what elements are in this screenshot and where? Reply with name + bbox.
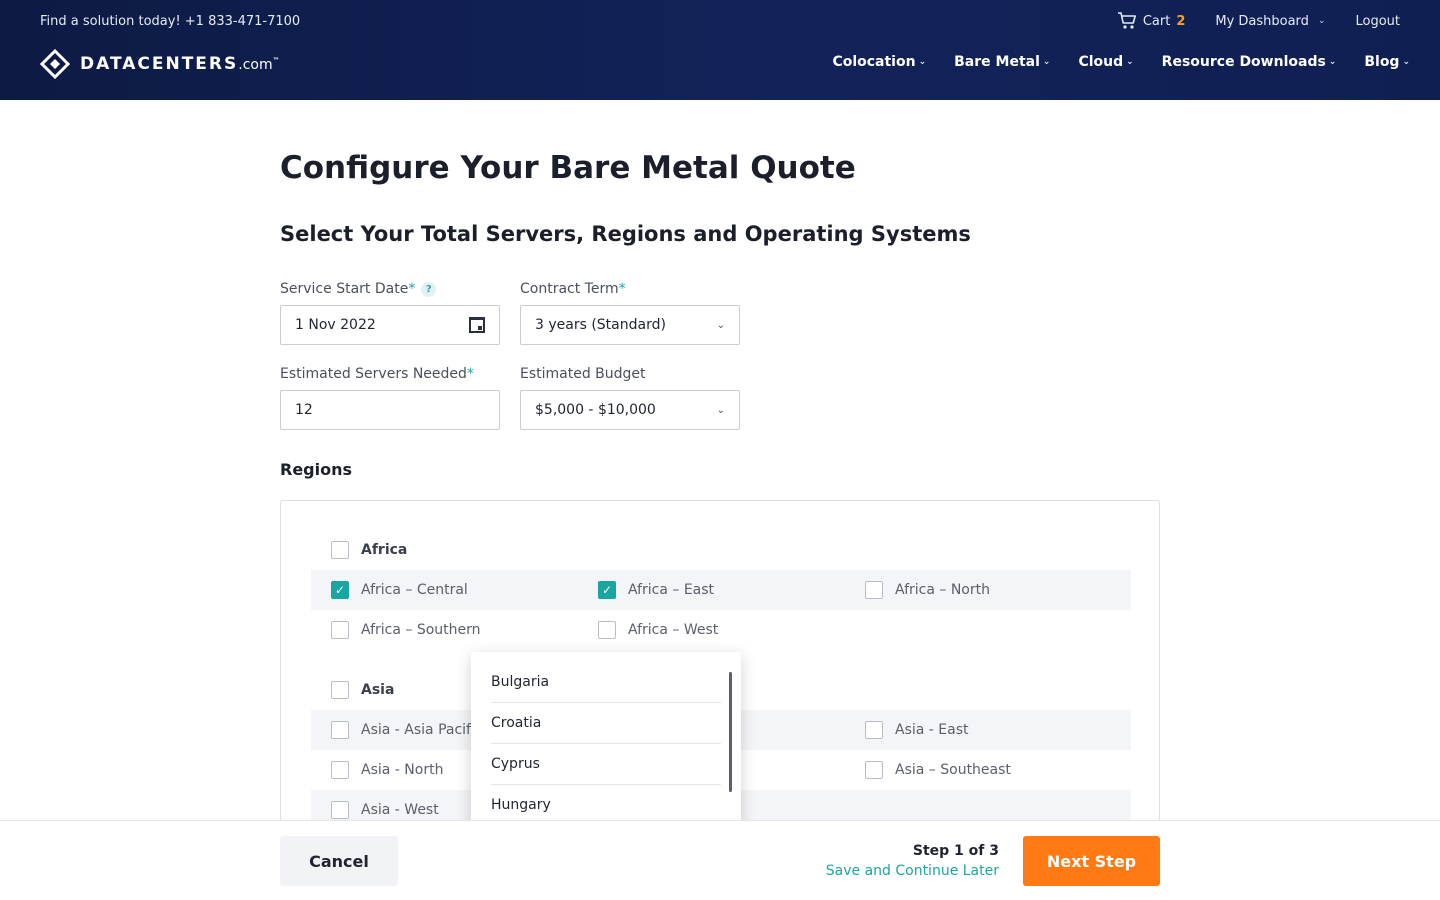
step-indicator: Step 1 of 3 xyxy=(912,843,999,859)
chevron-down-icon: ⌄ xyxy=(1328,57,1337,67)
checkbox[interactable] xyxy=(865,721,883,739)
cart-label: Cart xyxy=(1142,13,1171,29)
nav-cloud[interactable]: Cloud ⌄ xyxy=(1078,54,1133,70)
region-row: ✓ Africa – Central ✓ Africa – East Afric… xyxy=(311,570,1131,610)
budget-field: Estimated Budget $5,000 - $10,000 ⌄ xyxy=(520,365,740,430)
dropdown-option-bulgaria[interactable]: Bulgaria xyxy=(491,662,721,703)
chevron-down-icon: ⌄ xyxy=(716,404,725,416)
servers-label: Estimated Servers Needed* xyxy=(280,366,474,382)
checkbox[interactable] xyxy=(865,581,883,599)
region-option-asia-southeast[interactable]: Asia – Southeast xyxy=(865,750,1011,790)
country-dropdown-list[interactable]: Bulgaria Croatia Cyprus Hungary xyxy=(471,652,741,832)
step-info: Step 1 of 3 Save and Continue Later xyxy=(826,843,999,879)
nav-resource-downloads[interactable]: Resource Downloads ⌄ xyxy=(1162,54,1337,70)
nav-bare-metal[interactable]: Bare Metal ⌄ xyxy=(954,54,1050,70)
dropdown-scrollbar[interactable] xyxy=(729,672,732,792)
cart-icon xyxy=(1117,12,1136,29)
contract-term-label: Contract Term* xyxy=(520,281,626,297)
chevron-down-icon: ⌄ xyxy=(1042,57,1051,67)
checkbox[interactable] xyxy=(331,621,349,639)
nav-colocation[interactable]: Colocation ⌄ xyxy=(832,54,926,70)
region-option-africa-central[interactable]: ✓ Africa – Central xyxy=(331,570,468,610)
chevron-down-icon: ⌄ xyxy=(1402,57,1410,67)
region-option-africa-southern[interactable]: Africa – Southern xyxy=(331,610,481,650)
cart-count-badge: 2 xyxy=(1176,13,1186,29)
save-continue-later-link[interactable]: Save and Continue Later xyxy=(826,863,999,879)
section-title: Select Your Total Servers, Regions and O… xyxy=(280,222,971,246)
servers-field: Estimated Servers Needed* 12 xyxy=(280,365,500,430)
chevron-down-icon: ⌄ xyxy=(1126,57,1134,67)
start-date-field: Service Start Date* ? 1 Nov 2022 xyxy=(280,280,500,345)
checkbox[interactable] xyxy=(331,721,349,739)
checkbox[interactable] xyxy=(598,621,616,639)
region-row: Africa – Southern Africa – West xyxy=(311,610,1131,650)
checkbox-checked[interactable]: ✓ xyxy=(598,581,616,599)
region-group-africa[interactable]: Africa xyxy=(331,541,407,559)
checkbox[interactable] xyxy=(865,761,883,779)
start-date-label: Service Start Date* ? xyxy=(280,280,500,298)
site-header: Find a solution today! +1 833-471-7100 C… xyxy=(0,0,1440,100)
next-step-button[interactable]: Next Step xyxy=(1023,836,1160,886)
dashboard-label: My Dashboard xyxy=(1215,13,1309,29)
checkbox[interactable] xyxy=(331,541,349,559)
logo-wordmark: DATACENTERS.com™ xyxy=(80,54,282,74)
cart-link[interactable]: Cart 2 xyxy=(1117,12,1186,30)
dashboard-link[interactable]: My Dashboard ⌄ xyxy=(1215,14,1325,29)
contract-term-field: Contract Term* 3 years (Standard) ⌄ xyxy=(520,280,740,345)
checkbox[interactable] xyxy=(331,761,349,779)
chevron-down-icon: ⌄ xyxy=(716,319,725,331)
calendar-icon[interactable] xyxy=(469,317,485,333)
checkbox-checked[interactable]: ✓ xyxy=(331,581,349,599)
budget-select[interactable]: $5,000 - $10,000 ⌄ xyxy=(520,390,740,430)
page-title: Configure Your Bare Metal Quote xyxy=(280,150,856,186)
region-option-asia-east[interactable]: Asia - East xyxy=(865,710,969,750)
budget-label: Estimated Budget xyxy=(520,366,646,382)
phone-text: Find a solution today! +1 833-471-7100 xyxy=(40,14,301,29)
region-option-africa-west[interactable]: Africa – West xyxy=(598,610,718,650)
logout-link[interactable]: Logout xyxy=(1355,14,1400,29)
checkbox[interactable] xyxy=(331,801,349,819)
site-logo[interactable]: DATACENTERS.com™ xyxy=(40,49,282,79)
main-nav: Colocation ⌄ Bare Metal ⌄ Cloud ⌄ Resource … xyxy=(832,54,1410,70)
dropdown-option-cyprus[interactable]: Cyprus xyxy=(491,744,721,785)
region-group-asia[interactable]: Asia xyxy=(331,681,394,699)
regions-label: Regions xyxy=(280,460,353,479)
servers-input[interactable]: 12 xyxy=(280,390,500,430)
region-option-africa-north[interactable]: Africa – North xyxy=(865,570,990,610)
cancel-button[interactable]: Cancel xyxy=(280,836,398,886)
dropdown-option-croatia[interactable]: Croatia xyxy=(491,703,721,744)
sticky-footer: Cancel Step 1 of 3 Save and Continue Lat… xyxy=(0,820,1440,900)
region-option-asia-pacific[interactable]: Asia - Asia Pacific xyxy=(331,710,483,750)
checkbox[interactable] xyxy=(331,681,349,699)
start-date-input[interactable]: 1 Nov 2022 xyxy=(280,305,500,345)
region-option-asia-north[interactable]: Asia - North xyxy=(331,750,443,790)
topbar-links: Cart 2 My Dashboard ⌄ Logout xyxy=(1117,12,1400,30)
chevron-down-icon: ⌄ xyxy=(918,57,927,67)
chevron-down-icon: ⌄ xyxy=(1317,16,1326,26)
region-option-africa-east[interactable]: ✓ Africa – East xyxy=(598,570,714,610)
help-icon[interactable]: ? xyxy=(421,281,437,297)
contract-term-select[interactable]: 3 years (Standard) ⌄ xyxy=(520,305,740,345)
logo-diamond-icon xyxy=(40,49,70,79)
logout-label: Logout xyxy=(1355,13,1400,29)
nav-blog[interactable]: Blog ⌄ xyxy=(1364,54,1410,70)
